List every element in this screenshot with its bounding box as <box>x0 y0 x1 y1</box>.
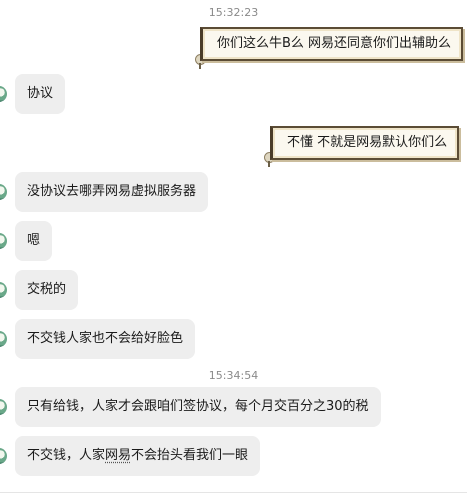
timestamp: 15:32:23 <box>208 6 259 19</box>
outgoing-message[interactable]: 不懂 不就是网易默认你们么 <box>270 126 460 160</box>
contact-avatar-icon[interactable] <box>0 233 7 249</box>
contact-avatar-icon[interactable] <box>0 448 7 464</box>
contact-avatar-icon[interactable] <box>0 331 7 347</box>
outgoing-message[interactable]: 你们这么牛B么 网易还同意你们出辅助么 <box>200 27 464 61</box>
message-text: 不会抬头看我们一眼 <box>131 448 249 463</box>
timestamp: 15:34:54 <box>208 369 259 382</box>
marked-word: 网易 <box>105 448 132 463</box>
contact-avatar-icon[interactable] <box>0 282 7 298</box>
contact-avatar-icon[interactable] <box>0 86 7 102</box>
incoming-message[interactable]: 不交钱人家也不会给好脸色 <box>15 319 196 359</box>
incoming-message[interactable]: 嗯 <box>15 221 53 261</box>
incoming-message[interactable]: 不交钱，人家网易不会抬头看我们一眼 <box>15 436 261 476</box>
incoming-message[interactable]: 只有给钱，人家才会跟咱们签协议，每个月交百分之30的税 <box>15 387 381 427</box>
divider <box>0 492 467 493</box>
incoming-message[interactable]: 交税的 <box>15 270 79 310</box>
message-text: 不交钱，人家 <box>27 448 106 463</box>
contact-avatar-icon[interactable] <box>0 184 7 200</box>
incoming-message[interactable]: 协议 <box>15 74 66 114</box>
incoming-message[interactable]: 没协议去哪弄网易虚拟服务器 <box>15 172 209 212</box>
contact-avatar-icon[interactable] <box>0 399 7 415</box>
chat-window: 15:32:23 你们这么牛B么 网易还同意你们出辅助么 协议 不懂 不就是网易… <box>0 0 467 494</box>
